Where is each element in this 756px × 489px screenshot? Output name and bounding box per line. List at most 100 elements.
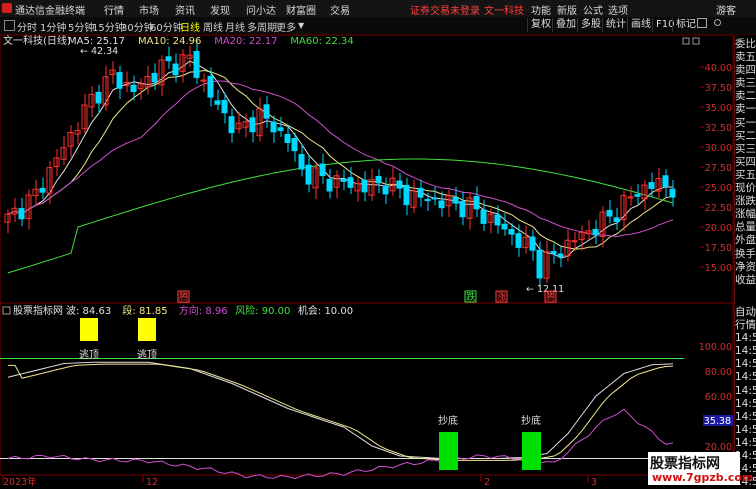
btn-huaxian[interactable]: 画线 (627, 18, 654, 32)
candle-body (249, 117, 256, 133)
period-30min[interactable]: 30分钟 (121, 19, 154, 34)
sub-checkbox-icon (2, 306, 11, 315)
login-alert[interactable]: 证券交易未登录 (410, 2, 480, 17)
price-axis-label: 37.50 (705, 83, 732, 94)
app-logo-icon (2, 3, 12, 13)
current-value: 35.38 (704, 416, 731, 427)
date-label: 2023年 (3, 476, 37, 487)
candle-body (473, 196, 480, 210)
btn-diejia[interactable]: 叠加 (552, 18, 579, 32)
btn-fuquan[interactable]: 复权 (527, 18, 554, 32)
candle-body (536, 249, 543, 279)
menu-xuanxiang[interactable]: 选项 (608, 2, 628, 17)
app-title: 通达信金融终端 (15, 6, 85, 17)
side-quote-label: 总量 (735, 221, 756, 234)
period-weekly[interactable]: 周线 (203, 19, 223, 34)
period-60min[interactable]: 60分钟 (150, 19, 183, 34)
side-quote-label: 买二 (735, 129, 756, 142)
candle-body (95, 91, 102, 104)
candle-body (214, 100, 221, 105)
candle-body (207, 75, 214, 98)
sub-axis-label: 80.00 (705, 367, 732, 378)
price-axis-label: 35.00 (705, 103, 732, 114)
kline-chart[interactable]: 40.00 37.50 35.00 32.50 30.00 27.50 25.00 22.50… (0, 35, 756, 487)
candle-body (459, 200, 466, 218)
side-quote-label: 卖二 (735, 90, 756, 103)
candle-body (172, 63, 179, 76)
side-tick-label: 14:50 (735, 345, 756, 358)
candle-body (291, 138, 298, 152)
sub-frame (0, 302, 734, 476)
bottom-signal-label: 抄底 (521, 414, 541, 427)
menu-shichang[interactable]: 市场 (139, 2, 159, 17)
more-arrow-icon[interactable]: ▼ (298, 21, 304, 30)
candle-body (193, 50, 200, 78)
settings-icon[interactable] (713, 17, 722, 26)
side-tick-label: 14:50 (735, 384, 756, 397)
period-fenshi[interactable]: 分时 (17, 19, 37, 34)
candle-body (634, 194, 641, 197)
price-axis-label: 27.50 (705, 163, 732, 174)
candle-body (375, 176, 382, 184)
signal-mark: 腾 (179, 291, 189, 303)
period-more[interactable]: 更多 (276, 19, 296, 34)
side-quote-label: 买一 (735, 116, 756, 129)
menu-hangqing[interactable]: 行情 (104, 2, 124, 17)
side-tick-label: 14:50 (735, 371, 756, 384)
btn-tongji[interactable]: 统计 (602, 18, 629, 32)
side-quote-label: 买五 (735, 168, 756, 181)
candle-body (571, 240, 578, 243)
side-tick-label: 14:50 (735, 423, 756, 436)
candle-body (347, 177, 354, 188)
btn-biaoji[interactable]: 标记 (672, 18, 699, 32)
menu-wenxiaoda[interactable]: 问小达 (246, 2, 276, 17)
menu-gongshi[interactable]: 公式 (583, 2, 603, 17)
candle-body (550, 251, 557, 255)
candle-body (515, 233, 522, 248)
checkbox-icon[interactable] (4, 20, 15, 31)
candle-body (228, 116, 235, 134)
signal-mark: 腾 (546, 291, 556, 303)
period-15min[interactable]: 15分钟 (92, 19, 125, 34)
period-5min[interactable]: 5分钟 (68, 19, 94, 34)
candle-body (438, 200, 445, 209)
sub-label: 机会: 10.00 (298, 304, 353, 317)
menu-zixun[interactable]: 资讯 (175, 2, 195, 17)
period-monthly[interactable]: 月线 (225, 19, 245, 34)
candle-body (592, 228, 599, 236)
ma-label: MA10: 24.96 (138, 36, 201, 47)
side-tick-label: 14:50 (735, 410, 756, 423)
period-1min[interactable]: 1分钟 (40, 19, 66, 34)
menu-caifuquan[interactable]: 财富圈 (286, 2, 316, 17)
side-quote-label: 净资 (735, 260, 756, 273)
top-signal-box-2 (138, 318, 156, 341)
menu-youke[interactable]: 游客 (716, 2, 736, 17)
period-multi[interactable]: 多周期 (247, 19, 277, 34)
candle-body (151, 73, 158, 83)
menu-faxian[interactable]: 发现 (210, 2, 230, 17)
price-axis-label: 20.00 (705, 223, 732, 234)
menu-gongneng[interactable]: 功能 (531, 2, 551, 17)
watermark-url: www.7gpzb.com (652, 471, 754, 484)
sub-label: 方向: 8.96 (179, 304, 228, 317)
candle-body (18, 208, 25, 220)
ma-label: MA60: 22.34 (290, 36, 353, 47)
window-icon[interactable] (697, 18, 707, 28)
watermark: 股票指标网 www.7gpzb.com (648, 452, 753, 485)
direction-line (7, 408, 674, 480)
candle-body (116, 72, 123, 89)
candle-body (529, 236, 536, 251)
menu-xinban[interactable]: 新版 (557, 2, 577, 17)
btn-duogu[interactable]: 多股 (577, 18, 604, 32)
candle-body (39, 187, 46, 193)
side-quote-label: 卖三 (735, 77, 756, 90)
candle-body (298, 154, 305, 170)
candle-body (277, 127, 284, 131)
period-daily[interactable]: 日线 (180, 19, 200, 34)
menu-jiaoyi[interactable]: 交易 (330, 2, 350, 17)
candle-body (319, 163, 326, 177)
side-quote-label: 现价 (735, 182, 756, 195)
candle-body (424, 199, 431, 202)
candle-body (431, 197, 438, 200)
candle-body (340, 178, 347, 182)
